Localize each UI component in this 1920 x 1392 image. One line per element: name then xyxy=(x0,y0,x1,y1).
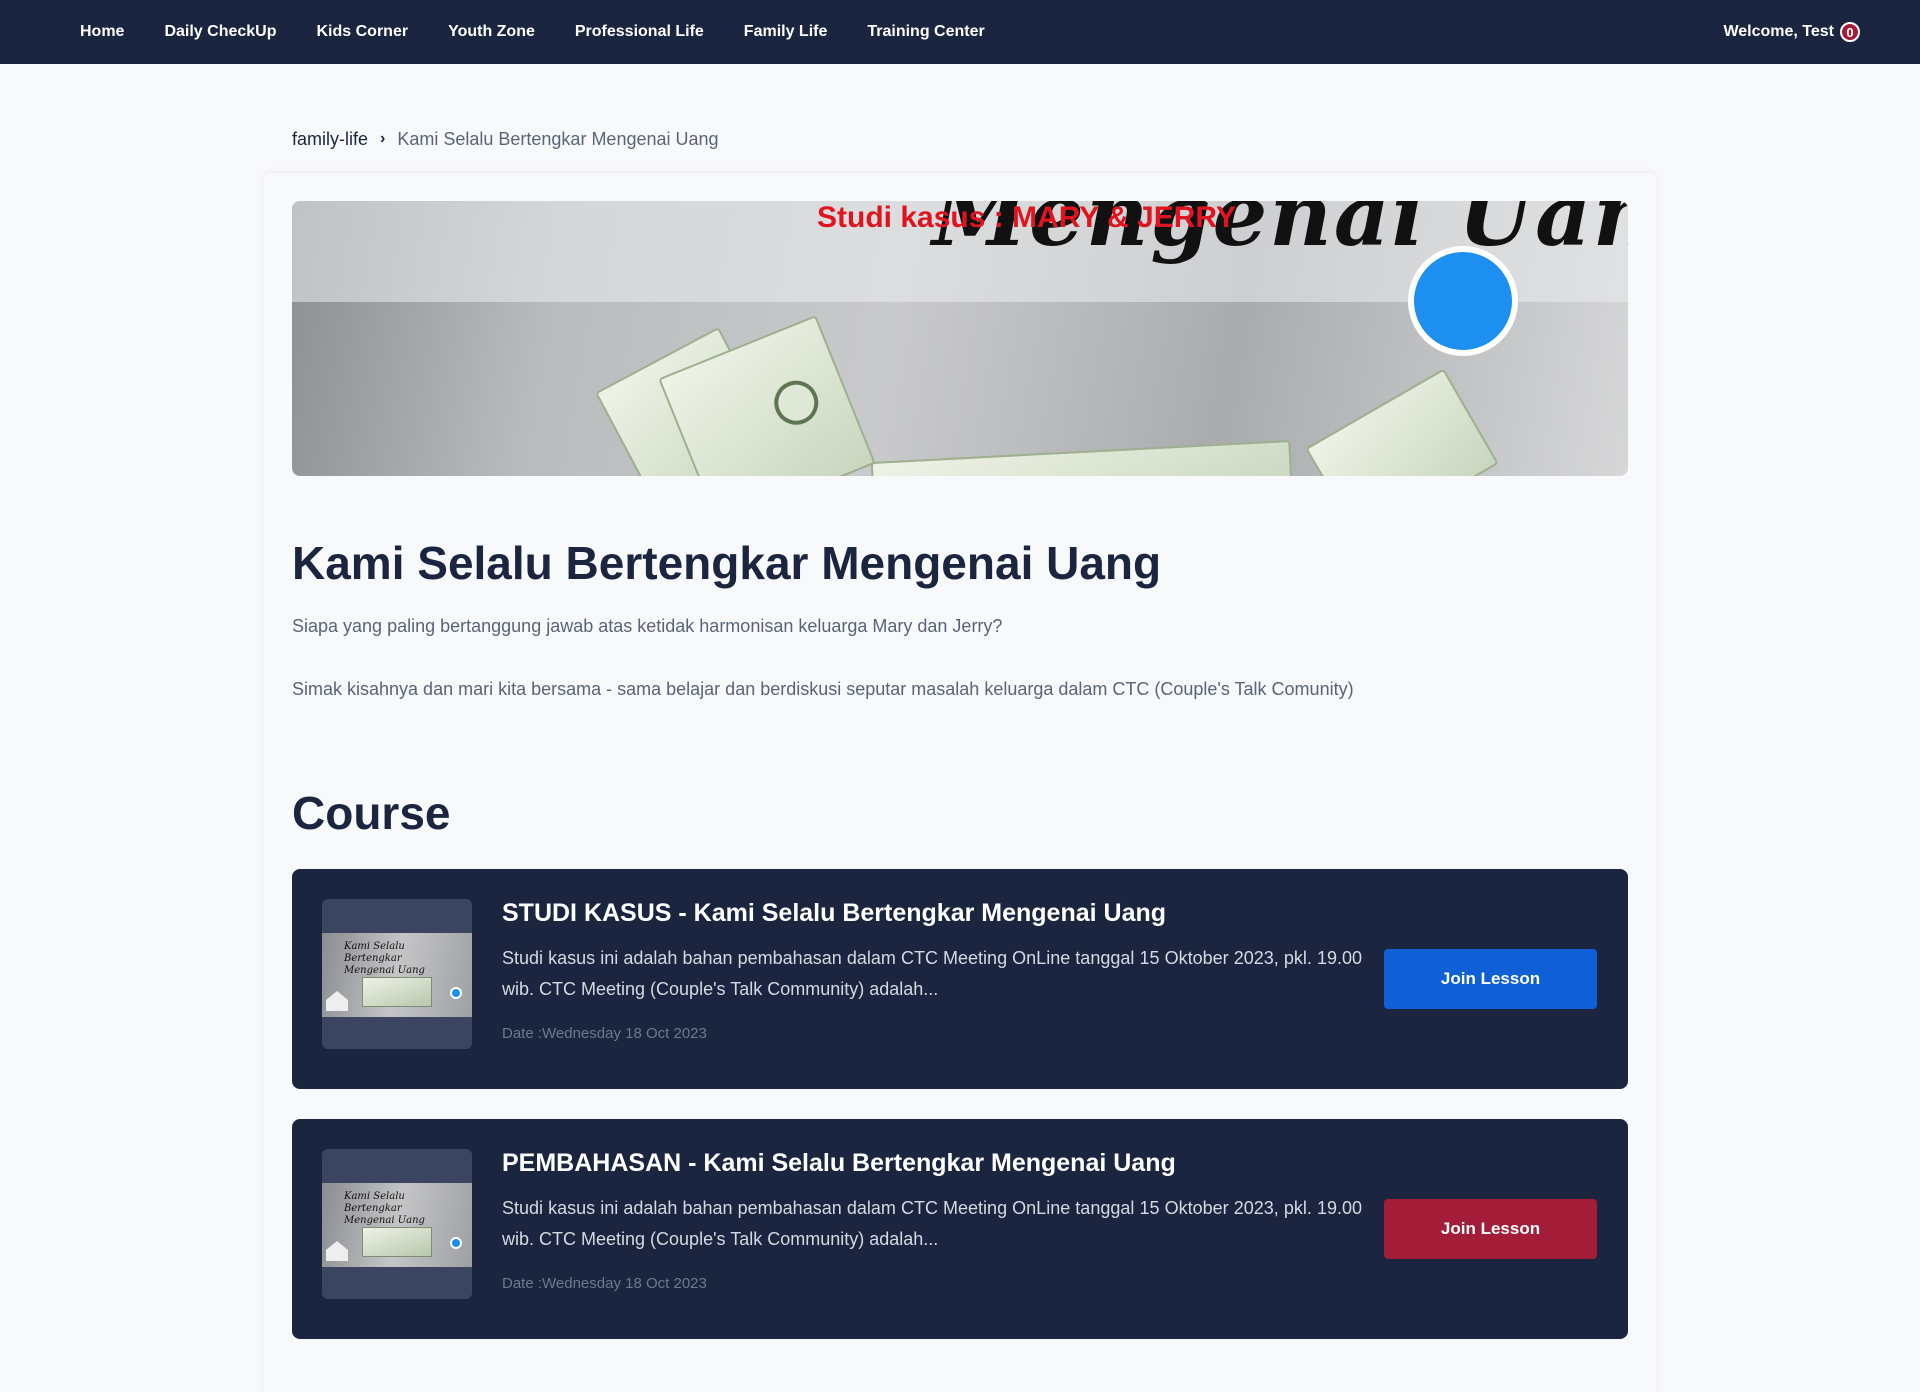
join-lesson-button[interactable]: Join Lesson xyxy=(1384,949,1597,1009)
banner-subtitle: Studi kasus : MARY & JERRY xyxy=(817,201,1236,234)
nav-home[interactable]: Home xyxy=(60,23,144,41)
join-lesson-button[interactable]: Join Lesson xyxy=(1384,1199,1597,1259)
banner-bill xyxy=(658,314,876,476)
nav-youth-zone[interactable]: Youth Zone xyxy=(428,23,555,41)
lesson-description: Studi kasus ini adalah bahan pembahasan … xyxy=(502,1198,1362,1249)
lesson-description: Studi kasus ini adalah bahan pembahasan … xyxy=(502,948,1362,999)
breadcrumb-current: Kami Selalu Bertengkar Mengenai Uang xyxy=(397,128,719,149)
thumbnail-image: Kami Selalu Bertengkar Mengenai Uang xyxy=(322,933,472,1017)
thumbnail-bill xyxy=(362,977,432,1007)
nav-family-life[interactable]: Family Life xyxy=(724,23,848,41)
breadcrumb-parent[interactable]: family-life xyxy=(292,129,368,150)
banner-logo-circle xyxy=(1408,246,1518,356)
lesson-thumbnail: Kami Selalu Bertengkar Mengenai Uang xyxy=(322,1149,472,1299)
thumbnail-text: Kami Selalu Bertengkar Mengenai Uang xyxy=(344,1191,425,1226)
nav-links: Home Daily CheckUp Kids Corner Youth Zon… xyxy=(60,23,1005,41)
description-line-1: Siapa yang paling bertanggung jawab atas… xyxy=(292,616,1003,636)
welcome-text[interactable]: Welcome, Test xyxy=(1723,23,1834,41)
banner-bill xyxy=(1305,368,1499,476)
top-navbar: Home Daily CheckUp Kids Corner Youth Zon… xyxy=(0,0,1920,64)
user-menu[interactable]: Welcome, Test 0 xyxy=(1723,0,1860,64)
page-title: Kami Selalu Bertengkar Mengenai Uang xyxy=(292,537,1162,589)
thumbnail-image: Kami Selalu Bertengkar Mengenai Uang xyxy=(322,1183,472,1267)
notification-badge[interactable]: 0 xyxy=(1840,22,1860,42)
course-section-title: Course xyxy=(292,787,451,839)
nav-professional-life[interactable]: Professional Life xyxy=(555,23,724,41)
lesson-card: Kami Selalu Bertengkar Mengenai Uang STU… xyxy=(292,869,1628,1089)
breadcrumb: family-life › Kami Selalu Bertengkar Men… xyxy=(292,126,719,152)
lesson-date: Date :Wednesday 18 Oct 2023 xyxy=(502,1275,707,1292)
description-line-2: Simak kisahnya dan mari kita bersama - s… xyxy=(292,679,1354,699)
lesson-title[interactable]: STUDI KASUS - Kami Selalu Bertengkar Men… xyxy=(502,899,1166,928)
chevron-right-icon: › xyxy=(380,130,386,147)
lesson-date: Date :Wednesday 18 Oct 2023 xyxy=(502,1025,707,1042)
thumbnail-dot xyxy=(450,1237,462,1249)
nav-kids-corner[interactable]: Kids Corner xyxy=(297,23,429,41)
lesson-thumbnail: Kami Selalu Bertengkar Mengenai Uang xyxy=(322,899,472,1049)
bill-seal xyxy=(767,374,825,432)
home-logo-icon xyxy=(326,1241,348,1261)
thumbnail-bill xyxy=(362,1227,432,1257)
thumbnail-text: Kami Selalu Bertengkar Mengenai Uang xyxy=(344,941,425,976)
home-logo-icon xyxy=(326,991,348,1011)
lesson-title[interactable]: PEMBAHASAN - Kami Selalu Bertengkar Meng… xyxy=(502,1149,1176,1178)
banner-bill xyxy=(870,440,1294,476)
lesson-card: Kami Selalu Bertengkar Mengenai Uang PEM… xyxy=(292,1119,1628,1339)
nav-training-center[interactable]: Training Center xyxy=(847,23,1004,41)
thumbnail-dot xyxy=(450,987,462,999)
nav-daily-checkup[interactable]: Daily CheckUp xyxy=(144,23,296,41)
